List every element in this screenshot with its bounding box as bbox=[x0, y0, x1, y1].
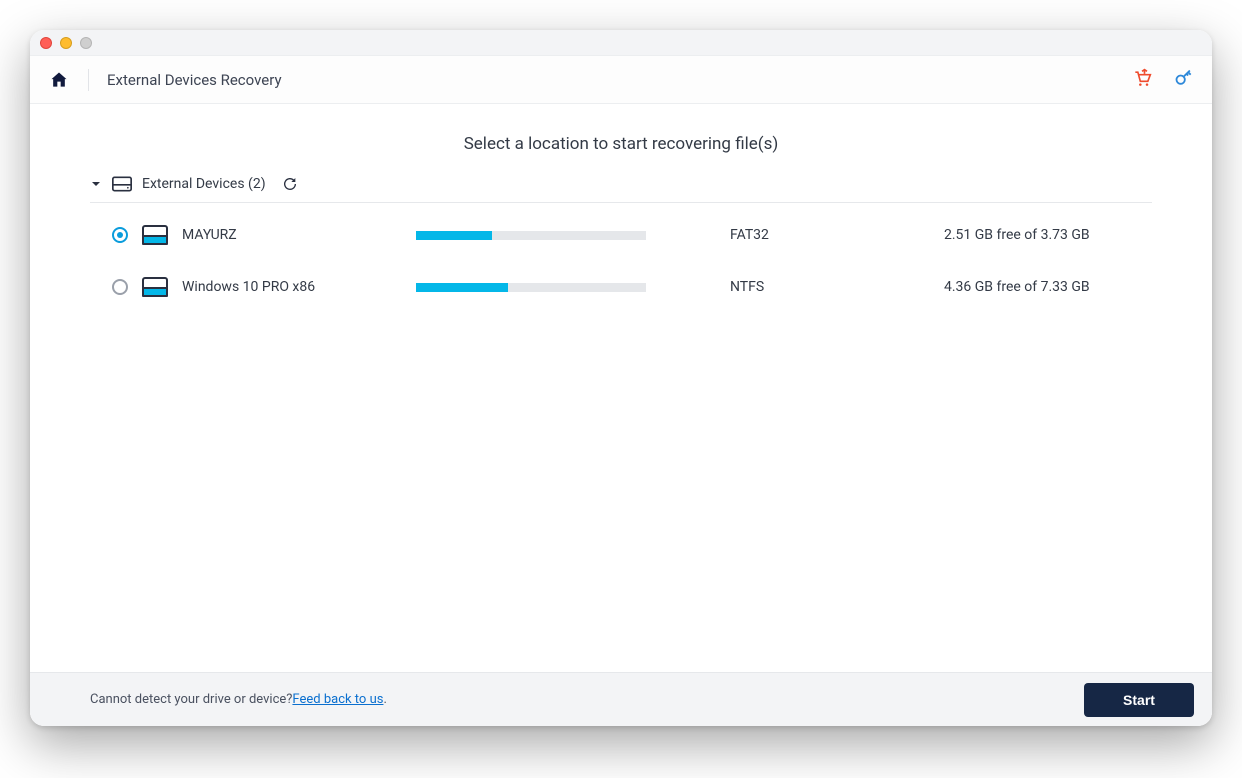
space-label: 2.51 GB free of 3.73 GB bbox=[944, 227, 1152, 243]
window-close-button[interactable] bbox=[40, 37, 52, 49]
app-window: External Devices Recovery Select a locat… bbox=[30, 30, 1212, 726]
drive-icon bbox=[142, 277, 168, 297]
refresh-icon[interactable] bbox=[282, 176, 298, 192]
section-external-devices[interactable]: External Devices (2) bbox=[90, 176, 1152, 203]
usage-fill bbox=[416, 283, 508, 292]
device-list: MAYURZ FAT32 2.51 GB free of 3.73 GB Window… bbox=[90, 203, 1152, 313]
space-label: 4.36 GB free of 7.33 GB bbox=[944, 279, 1152, 295]
activate-button[interactable] bbox=[1174, 68, 1194, 92]
device-row[interactable]: Windows 10 PRO x86 NTFS 4.36 GB free of 7.… bbox=[112, 261, 1152, 313]
filesystem-label: FAT32 bbox=[730, 227, 930, 243]
device-row[interactable]: MAYURZ FAT32 2.51 GB free of 3.73 GB bbox=[112, 209, 1152, 261]
feedback-link[interactable]: Feed back to us bbox=[292, 692, 383, 707]
drive-icon bbox=[112, 176, 132, 192]
key-icon bbox=[1174, 68, 1194, 88]
titlebar bbox=[30, 30, 1212, 56]
main-content: Select a location to start recovering fi… bbox=[30, 104, 1212, 672]
header-bar: External Devices Recovery bbox=[30, 56, 1212, 104]
footer-bar: Cannot detect your drive or device? Feed… bbox=[30, 672, 1212, 726]
device-radio[interactable] bbox=[112, 227, 128, 243]
cart-icon bbox=[1132, 68, 1152, 88]
home-icon bbox=[49, 70, 69, 90]
page-title: External Devices Recovery bbox=[107, 71, 282, 89]
window-minimize-button[interactable] bbox=[60, 37, 72, 49]
device-name: Windows 10 PRO x86 bbox=[182, 279, 402, 295]
cart-button[interactable] bbox=[1132, 68, 1152, 92]
device-name: MAYURZ bbox=[182, 227, 402, 243]
start-button[interactable]: Start bbox=[1084, 683, 1194, 717]
device-radio[interactable] bbox=[112, 279, 128, 295]
window-maximize-button[interactable] bbox=[80, 37, 92, 49]
footer-period: . bbox=[383, 692, 386, 707]
usage-bar bbox=[416, 231, 646, 240]
drive-icon bbox=[142, 225, 168, 245]
footer-text: Cannot detect your drive or device? bbox=[90, 692, 292, 707]
chevron-down-icon bbox=[90, 178, 102, 190]
instruction-text: Select a location to start recovering fi… bbox=[90, 134, 1152, 154]
separator bbox=[88, 69, 89, 91]
home-button[interactable] bbox=[48, 69, 70, 91]
usage-bar bbox=[416, 283, 646, 292]
usage-fill bbox=[416, 231, 492, 240]
filesystem-label: NTFS bbox=[730, 279, 930, 295]
section-label: External Devices (2) bbox=[142, 176, 266, 192]
